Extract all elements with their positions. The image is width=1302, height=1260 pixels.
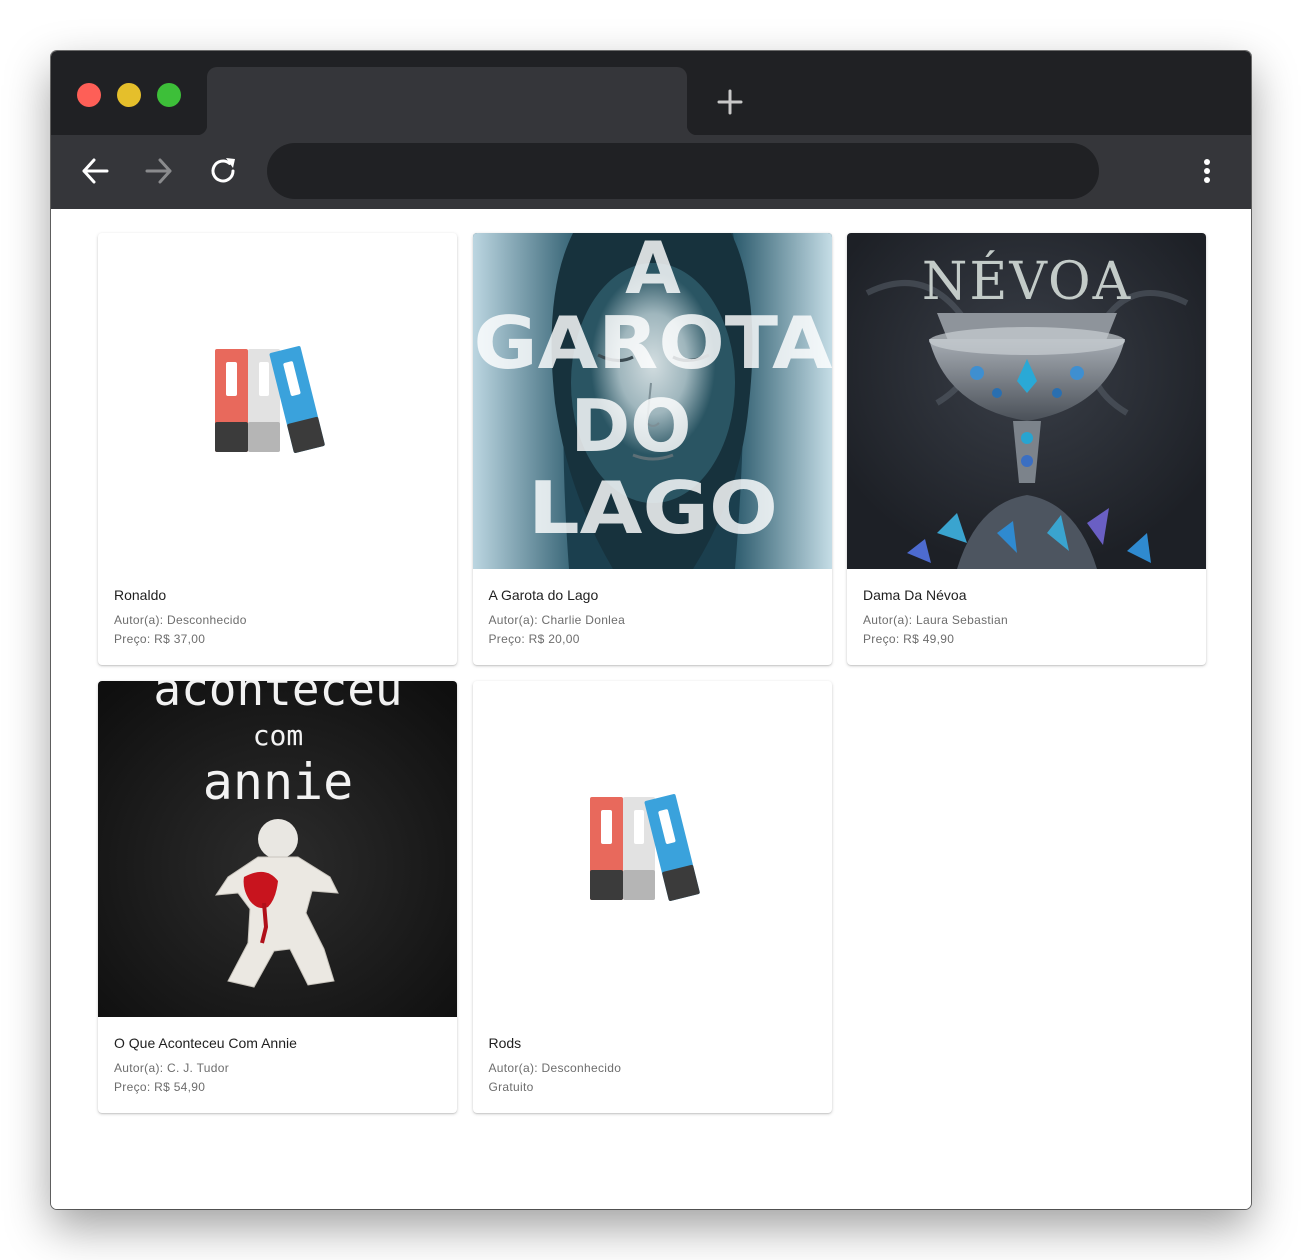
reload-icon <box>211 158 235 183</box>
cover-text-line: com <box>253 719 304 752</box>
more-vertical-icon <box>1204 159 1210 183</box>
browser-tab[interactable] <box>197 67 697 135</box>
cover-a-garota-do-lago: A GAROTA DO LAGO <box>472 233 832 569</box>
cover-text-line: GAROTA <box>473 301 832 385</box>
new-tab-button[interactable] <box>715 87 745 117</box>
book-price: Preço: R$ 37,00 <box>114 632 206 646</box>
book-title: Ronaldo <box>114 587 167 603</box>
book-title: A Garota do Lago <box>488 587 599 603</box>
books-icon <box>215 346 325 453</box>
book-info: Rods Autor(a): Desconhecido Gratuito <box>473 1017 832 1097</box>
forward-button[interactable] <box>141 153 177 189</box>
cover-text-line: NÉVOA <box>922 250 1132 312</box>
book-author: Autor(a): C. J. Tudor <box>114 1061 230 1075</box>
book-author: Autor(a): Laura Sebastian <box>863 613 1008 627</box>
back-button[interactable] <box>77 153 113 189</box>
browser-menu-button[interactable] <box>1195 155 1219 191</box>
book-price: Preço: R$ 20,00 <box>488 632 580 646</box>
book-info: Ronaldo Autor(a): Desconhecido Preço: R$… <box>98 569 457 649</box>
cover-o-que-aconteceu-com-annie: aconteceu com annie <box>98 681 457 1017</box>
books-icon <box>589 794 700 901</box>
book-price: Gratuito <box>488 1080 534 1094</box>
book-card[interactable]: A GAROTA DO LAGO A Garota do Lago Autor(… <box>472 233 832 665</box>
book-author: Autor(a): Desconhecido <box>488 1061 622 1075</box>
book-info: A Garota do Lago Autor(a): Charlie Donle… <box>473 569 832 649</box>
browser-toolbar <box>51 135 1251 209</box>
reload-button[interactable] <box>205 153 241 189</box>
book-cover-image: NÉVOA <box>847 233 1206 569</box>
book-grid: Ronaldo Autor(a): Desconhecido Preço: R$… <box>98 233 1208 1113</box>
cover-text-line: LAGO <box>528 466 778 550</box>
book-author: Autor(a): Desconhecido <box>114 613 247 627</box>
book-card[interactable]: NÉVOA Dama Da Névoa Autor(a): Laura Seba… <box>847 233 1206 665</box>
arrow-left-icon <box>82 158 109 184</box>
address-bar[interactable] <box>267 143 1099 199</box>
book-price: Preço: R$ 49,90 <box>863 632 955 646</box>
cover-text-line: aconteceu <box>153 681 402 716</box>
book-author: Autor(a): Charlie Donlea <box>488 613 626 627</box>
plus-icon <box>717 89 743 115</box>
book-info: O Que Aconteceu Com Annie Autor(a): C. J… <box>98 1017 457 1097</box>
page-content: Ronaldo Autor(a): Desconhecido Preço: R$… <box>51 209 1251 1209</box>
browser-titlebar <box>51 51 1251 135</box>
book-price: Preço: R$ 54,90 <box>114 1080 206 1094</box>
book-title: O Que Aconteceu Com Annie <box>114 1035 297 1051</box>
maximize-window-button[interactable] <box>157 83 181 107</box>
close-window-button[interactable] <box>77 83 101 107</box>
cover-text-line: A <box>625 233 681 310</box>
browser-window: Ronaldo Autor(a): Desconhecido Preço: R$… <box>51 51 1251 1209</box>
cover-text-line: DO <box>570 384 691 468</box>
cover-dama-da-nevoa: NÉVOA <box>847 233 1206 569</box>
arrow-right-icon <box>145 158 172 184</box>
cover-text-line: annie <box>203 753 354 811</box>
book-card[interactable]: Rods Autor(a): Desconhecido Gratuito <box>472 681 832 1113</box>
minimize-window-button[interactable] <box>117 83 141 107</box>
book-cover-placeholder <box>473 681 832 1017</box>
book-title: Dama Da Névoa <box>863 587 967 603</box>
book-cover-image: A GAROTA DO LAGO <box>472 233 832 569</box>
book-card[interactable]: Ronaldo Autor(a): Desconhecido Preço: R$… <box>98 233 457 665</box>
book-title: Rods <box>488 1035 522 1051</box>
book-cover-placeholder <box>98 233 457 569</box>
book-card[interactable]: aconteceu com annie O Que Aconteceu Com … <box>98 681 457 1113</box>
book-cover-image: aconteceu com annie <box>98 681 457 1017</box>
book-info: Dama Da Névoa Autor(a): Laura Sebastian … <box>847 569 1206 649</box>
